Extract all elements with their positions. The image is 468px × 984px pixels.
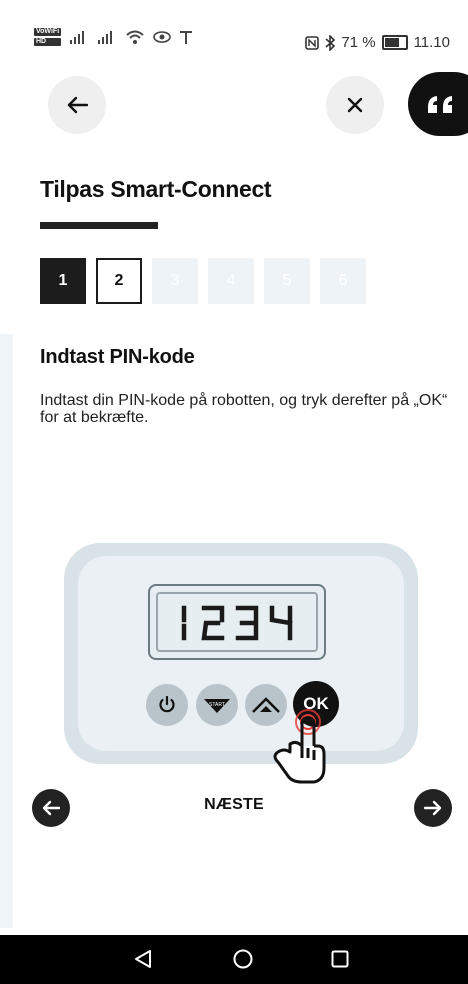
status-bar: VoWiFi HD 71 % 11.10: [0, 0, 468, 70]
step-3: 3: [152, 258, 198, 304]
signal-icon: [70, 31, 85, 44]
system-home-button[interactable]: [231, 947, 255, 971]
section-heading: Indtast PIN-kode: [40, 346, 195, 368]
feedback-button[interactable]: [408, 72, 468, 136]
square-recents-icon: [331, 950, 349, 968]
robot-power-button: [146, 684, 188, 726]
circle-home-icon: [233, 949, 253, 969]
page-title: Tilpas Smart-Connect: [40, 176, 272, 202]
bluetooth-icon: [325, 34, 336, 51]
system-recents-button[interactable]: [328, 947, 352, 971]
hd-badge: HD: [34, 38, 62, 46]
eye-icon: [153, 31, 171, 43]
system-back-button[interactable]: [131, 947, 155, 971]
network-badge: VoWiFi HD: [34, 28, 62, 46]
back-button[interactable]: [48, 76, 106, 134]
tap-hand-icon: [273, 709, 326, 784]
next-button-label[interactable]: NÆSTE: [0, 796, 468, 814]
clock: 11.10: [413, 34, 450, 51]
nfc-icon: [305, 35, 320, 50]
title-underline: [40, 222, 158, 229]
robot-start-button: START: [196, 684, 238, 726]
triangle-back-icon: [135, 950, 151, 968]
step-5: 5: [264, 258, 310, 304]
quote-icon: [428, 96, 452, 113]
step-1[interactable]: 1: [40, 258, 86, 304]
step-6: 6: [320, 258, 366, 304]
screen: VoWiFi HD 71 % 11.10 Tilpas Smart-Connec…: [0, 0, 468, 984]
battery-percent: 71 %: [341, 34, 376, 51]
instruction-text: Indtast din PIN-kode på robotten, og try…: [40, 392, 448, 426]
arrow-right-icon: [423, 800, 442, 816]
step-2[interactable]: 2: [96, 258, 142, 304]
status-right: 71 % 11.10: [305, 34, 450, 51]
antenna-icon: [180, 31, 193, 44]
wifi-icon: [126, 30, 144, 44]
svg-text:START: START: [209, 702, 225, 708]
arrow-left-icon: [67, 96, 88, 114]
step-4: 4: [208, 258, 254, 304]
vowifi-badge: VoWiFi: [34, 28, 62, 36]
start-icon: START: [204, 699, 230, 713]
close-button[interactable]: [326, 76, 384, 134]
content-rail: [0, 334, 13, 928]
system-nav-bar: [0, 935, 468, 984]
close-icon: [347, 97, 363, 113]
pin-digits: [181, 605, 293, 641]
step-indicator: 1 2 3 4 5 6: [40, 258, 366, 304]
signal-icon: [98, 31, 113, 44]
battery-icon: [381, 35, 408, 50]
power-icon: [159, 696, 175, 713]
status-left: VoWiFi HD: [34, 28, 193, 46]
next-button[interactable]: [414, 789, 452, 827]
